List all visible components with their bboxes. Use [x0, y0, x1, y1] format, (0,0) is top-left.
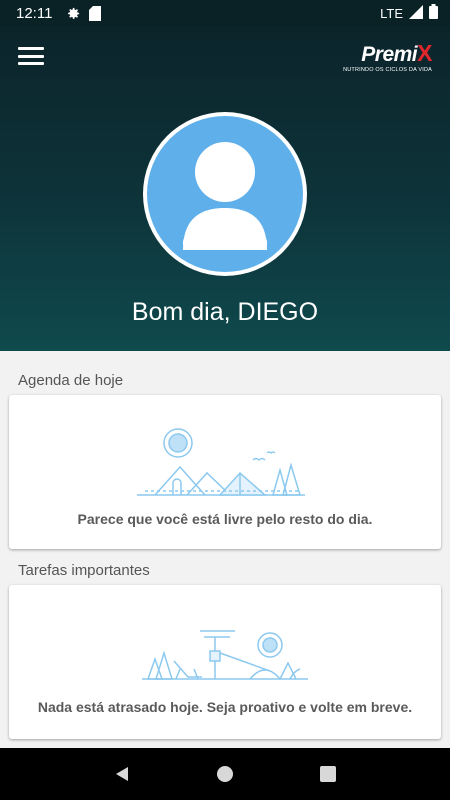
- network-type: LTE: [380, 5, 403, 21]
- relaxing-illustration: [142, 630, 308, 680]
- recents-icon[interactable]: [313, 759, 343, 789]
- status-time: 12:11: [16, 4, 53, 22]
- logo-x: X: [417, 40, 432, 66]
- agenda-empty-message: Parece que você está livre pelo resto do…: [77, 511, 373, 527]
- battery-icon: [429, 4, 438, 22]
- back-icon[interactable]: [107, 759, 137, 789]
- home-icon[interactable]: [210, 759, 240, 789]
- greeting-text: Bom dia, DIEGO: [131, 298, 319, 326]
- user-silhouette-icon: [183, 142, 267, 250]
- camping-illustration: [137, 428, 305, 496]
- signal-icon: [409, 4, 423, 22]
- settings-icon: [66, 6, 81, 21]
- logo-tagline: NUTRINDO OS CICLOS DA VIDA: [343, 67, 432, 73]
- status-bar: 12:11 LTE: [0, 0, 450, 26]
- sd-card-icon: [89, 5, 102, 21]
- tasks-empty-message: Nada está atrasado hoje. Seja proativo e…: [37, 699, 413, 715]
- tasks-section-title: Tarefas importantes: [18, 562, 150, 579]
- logo-brand: Premi: [361, 43, 418, 66]
- agenda-card: Parece que você está livre pelo resto do…: [9, 395, 441, 549]
- avatar[interactable]: [143, 112, 307, 276]
- tasks-card: Nada está atrasado hoje. Seja proativo e…: [9, 585, 441, 739]
- agenda-section-title: Agenda de hoje: [18, 372, 124, 389]
- menu-icon[interactable]: [18, 44, 44, 68]
- premix-logo: PremiX NUTRINDO OS CICLOS DA VIDA: [338, 40, 432, 74]
- system-navigation-bar: [0, 748, 450, 800]
- profile-header: PremiX NUTRINDO OS CICLOS DA VIDA Bom di…: [0, 26, 450, 351]
